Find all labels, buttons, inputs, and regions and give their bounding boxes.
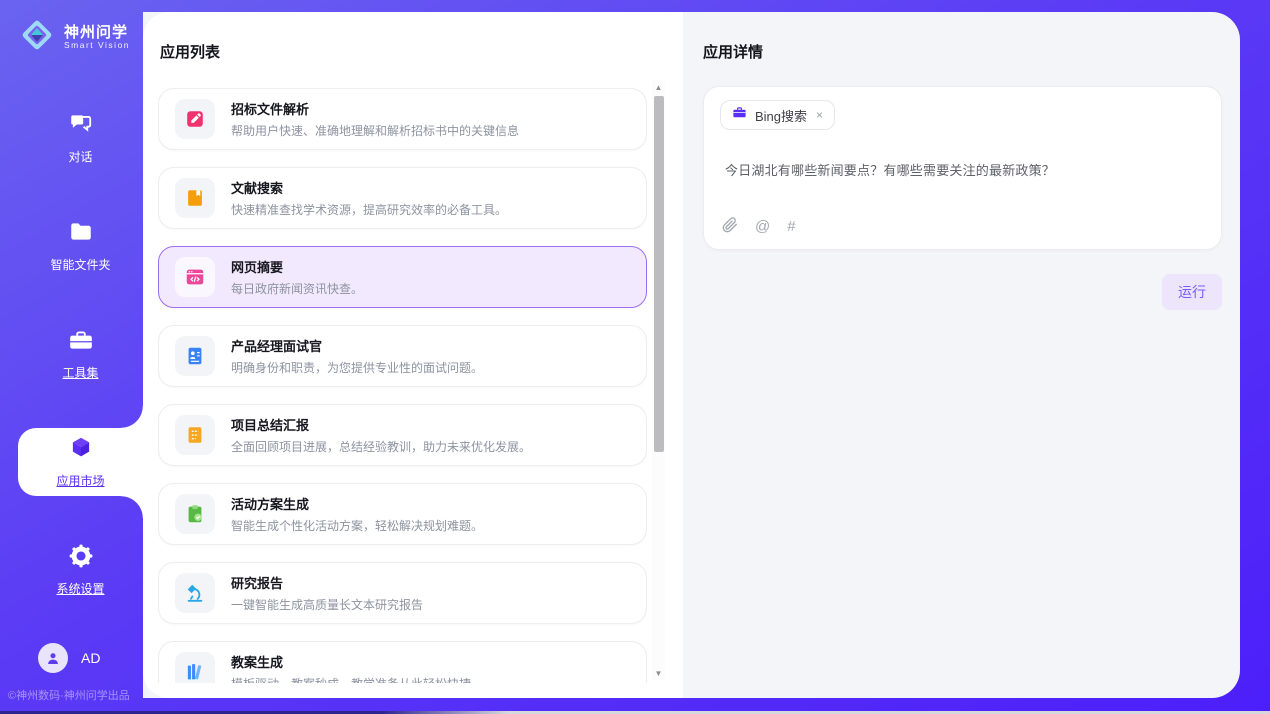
browser-code-icon — [175, 257, 215, 297]
sidebar-item-smart-folder[interactable]: 智能文件夹 — [18, 212, 143, 280]
scroll-down-icon[interactable]: ▼ — [652, 666, 665, 680]
diamond-logo-icon — [18, 16, 56, 59]
app-title: 文献搜索 — [231, 178, 507, 197]
app-title: 活动方案生成 — [231, 494, 483, 513]
briefcase-icon — [732, 105, 747, 125]
microscope-icon — [175, 573, 215, 613]
books-icon — [175, 652, 215, 683]
app-desc: 帮助用户快速、准确地理解和解析招标书中的关键信息 — [231, 122, 519, 139]
app-card-pm-interviewer[interactable]: 产品经理面试官 明确身份和职责，为您提供专业性的面试问题。 — [158, 325, 647, 387]
bing-search-chip[interactable]: Bing搜索 × — [720, 100, 835, 130]
sidebar-item-label: 应用市场 — [56, 472, 104, 489]
folder-icon — [68, 219, 94, 250]
user-row[interactable]: AD — [38, 643, 143, 673]
app-desc: 一键智能生成高质量长文本研究报告 — [231, 596, 423, 613]
logo-subtitle: Smart Vision — [64, 41, 130, 50]
pen-square-icon — [175, 99, 215, 139]
question-text[interactable]: 今日湖北有哪些新闻要点？有哪些需要关注的最新政策？ — [725, 160, 1205, 179]
sidebar-nav: 对话 智能文件夹 工具集 — [0, 104, 143, 604]
close-icon[interactable]: × — [815, 108, 824, 122]
clipboard-check-icon — [175, 494, 215, 534]
app-title: 教案生成 — [231, 652, 471, 671]
app-card-literature-search[interactable]: 文献搜索 快速精准查找学术资源，提高研究效率的必备工具。 — [158, 167, 647, 229]
sidebar-item-toolset[interactable]: 工具集 — [18, 320, 143, 388]
scrollbar-thumb[interactable] — [654, 96, 664, 452]
avatar[interactable] — [38, 643, 68, 673]
user-name: AD — [81, 650, 100, 666]
resume-icon — [175, 336, 215, 376]
mention-icon[interactable]: @ — [755, 219, 770, 234]
sidebar-item-label: 工具集 — [62, 364, 98, 381]
sidebar: 神州问学 Smart Vision 对话 — [0, 0, 143, 711]
sidebar-footer: ©神州数码·神州问学出品 — [8, 687, 143, 703]
prompt-input-card[interactable]: Bing搜索 × 今日湖北有哪些新闻要点？有哪些需要关注的最新政策？ @ # — [703, 86, 1222, 250]
app-title: 项目总结汇报 — [231, 415, 531, 434]
app-desc: 每日政府新闻资讯快查。 — [231, 280, 363, 297]
sidebar-item-settings[interactable]: 系统设置 — [18, 536, 143, 604]
main-content: 应用列表 招标文件解析 帮助用户快速、准确地理解和解析招标书中的关键信息 — [143, 12, 1240, 698]
app-detail-panel: 应用详情 Bing搜索 × 今日湖北有哪些新闻要点？有哪些需要关注的最新政策？ — [683, 12, 1240, 698]
gear-icon — [68, 543, 94, 574]
chat-icon — [68, 111, 94, 142]
sidebar-item-label: 对话 — [68, 148, 92, 165]
app-title: 网页摘要 — [231, 257, 363, 276]
app-title: 招标文件解析 — [231, 99, 519, 118]
app-desc: 智能生成个性化活动方案，轻松解决规划难题。 — [231, 517, 483, 534]
chip-label: Bing搜索 — [755, 106, 807, 125]
app-title: 研究报告 — [231, 573, 423, 592]
logo: 神州问学 Smart Vision — [18, 16, 143, 59]
note-icon — [175, 415, 215, 455]
app-desc: 快速精准查找学术资源，提高研究效率的必备工具。 — [231, 201, 507, 218]
app-list-panel: 应用列表 招标文件解析 帮助用户快速、准确地理解和解析招标书中的关键信息 — [143, 12, 683, 698]
scroll-up-icon[interactable]: ▲ — [652, 80, 665, 94]
person-icon — [44, 649, 62, 667]
app-card-lesson-plan[interactable]: 教案生成 模板驱动，教案秒成，教学准备从此轻松快捷 — [158, 641, 647, 683]
app-card-project-summary[interactable]: 项目总结汇报 全面回顾项目进展，总结经验教训，助力未来优化发展。 — [158, 404, 647, 466]
cube-icon — [68, 435, 94, 466]
app-desc: 模板驱动，教案秒成，教学准备从此轻松快捷 — [231, 675, 471, 683]
logo-title: 神州问学 — [64, 25, 130, 42]
toolbox-icon — [68, 327, 94, 358]
run-button[interactable]: 运行 — [1162, 274, 1222, 310]
paperclip-icon[interactable] — [722, 217, 738, 236]
app-title: 产品经理面试官 — [231, 336, 483, 355]
app-detail-title: 应用详情 — [703, 41, 1222, 62]
app-window: 神州问学 Smart Vision 对话 — [0, 0, 1270, 714]
sidebar-item-label: 系统设置 — [56, 580, 104, 597]
app-list: 招标文件解析 帮助用户快速、准确地理解和解析招标书中的关键信息 文献搜索 快速精… — [158, 88, 647, 683]
sidebar-item-chat[interactable]: 对话 — [18, 104, 143, 172]
app-card-event-plan[interactable]: 活动方案生成 智能生成个性化活动方案，轻松解决规划难题。 — [158, 483, 647, 545]
app-desc: 全面回顾项目进展，总结经验教训，助力未来优化发展。 — [231, 438, 531, 455]
app-card-bid-analysis[interactable]: 招标文件解析 帮助用户快速、准确地理解和解析招标书中的关键信息 — [158, 88, 647, 150]
scrollbar[interactable]: ▲ ▼ — [652, 80, 665, 680]
sidebar-item-label: 智能文件夹 — [50, 256, 110, 273]
hashtag-icon[interactable]: # — [787, 219, 795, 234]
app-card-research-report[interactable]: 研究报告 一键智能生成高质量长文本研究报告 — [158, 562, 647, 624]
book-icon — [175, 178, 215, 218]
app-list-title: 应用列表 — [160, 41, 683, 62]
sidebar-item-app-market[interactable]: 应用市场 — [18, 428, 143, 496]
app-desc: 明确身份和职责，为您提供专业性的面试问题。 — [231, 359, 483, 376]
app-card-web-summary[interactable]: 网页摘要 每日政府新闻资讯快查。 — [158, 246, 647, 308]
